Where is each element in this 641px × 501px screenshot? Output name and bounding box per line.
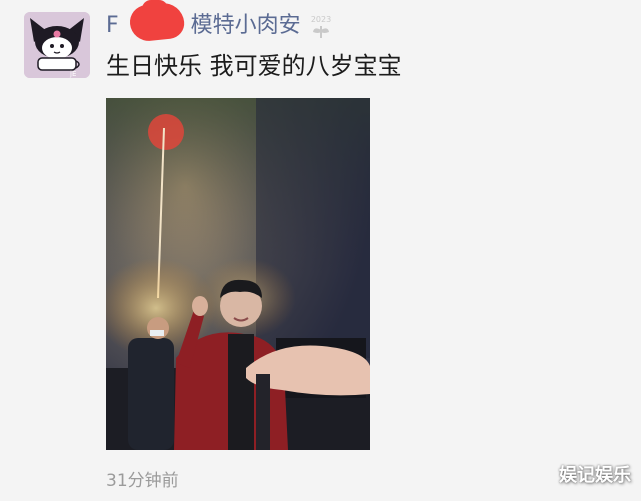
moments-post: jE F 模特小肉安 2023 生日快乐 我可爱的八岁宝宝 31分钟前 娱记娱乐 — [0, 0, 641, 501]
redaction-mark-top — [142, 0, 168, 18]
watermark-text: 娱记娱乐 — [559, 465, 631, 486]
avatar[interactable]: jE — [24, 12, 90, 78]
avatar-mark-text: jE — [69, 70, 76, 78]
author-name-prefix: F — [106, 13, 119, 38]
post-text: 生日快乐 我可爱的八岁宝宝 — [106, 52, 402, 80]
post-photo[interactable] — [106, 98, 370, 450]
author-name-suffix: 模特小肉安 — [190, 13, 301, 38]
post-timestamp: 31分钟前 — [106, 471, 179, 491]
year-badge-icon: 2023 — [308, 12, 334, 40]
badge-year-text: 2023 — [311, 15, 331, 24]
kuromi-avatar-icon: jE — [24, 12, 90, 78]
